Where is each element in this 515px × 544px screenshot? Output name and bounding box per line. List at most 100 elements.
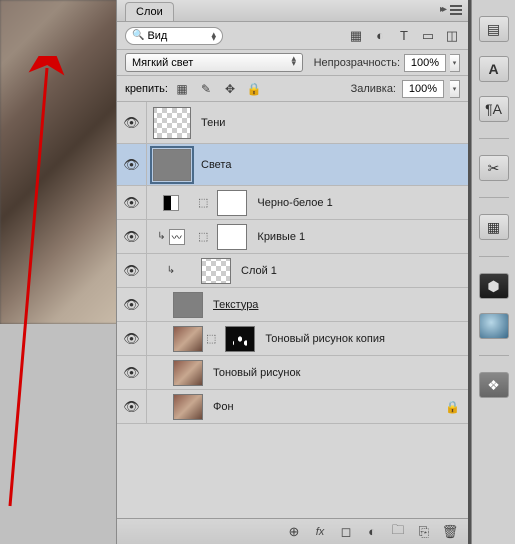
filter-type-label: Вид (147, 30, 167, 42)
layers-panel: Слои ▸▸ 🔍 Вид ▴▾ ▦ ◐ T ▭ ◫ Мягкий свет ▴… (116, 0, 468, 544)
layer-name[interactable]: Черно-белое 1 (257, 197, 332, 209)
opacity-input[interactable]: 100% (404, 54, 446, 72)
opacity-flyout-icon[interactable]: ▾ (450, 54, 460, 72)
adjustment-area: ↳ (147, 265, 195, 276)
lock-all-icon[interactable]: 🔒 (246, 81, 262, 97)
new-layer-icon[interactable]: ⎘ (416, 524, 432, 540)
layer-thumbnail[interactable] (173, 394, 203, 420)
layer-row[interactable]: 👁 ↳ 〰 ⬚ Кривые 1 (117, 220, 468, 254)
layer-name[interactable]: Кривые 1 (257, 231, 305, 243)
filter-type-dropdown[interactable]: 🔍 Вид ▴▾ (125, 27, 223, 45)
filter-adjustment-icon[interactable]: ◐ (372, 28, 388, 44)
layer-row[interactable]: 👁 Тени (117, 102, 468, 144)
layer-row[interactable]: 👁 ⬚ Черно-белое 1 (117, 186, 468, 220)
layer-row[interactable]: 👁 ↳ Слой 1 (117, 254, 468, 288)
fill-input[interactable]: 100% (402, 80, 444, 98)
add-mask-icon[interactable]: ◻ (338, 524, 354, 540)
canvas-image-preview (0, 0, 118, 324)
filter-type-icon[interactable]: T (396, 28, 412, 44)
lock-label: крепить: (125, 83, 168, 95)
visibility-toggle-icon[interactable]: 👁 (117, 390, 147, 423)
clip-indicator-icon: ↳ (157, 231, 165, 242)
delete-layer-icon[interactable]: 🗑 (442, 524, 458, 540)
dock-separator (479, 355, 509, 356)
panel-menu-icon[interactable] (450, 5, 462, 15)
layer-name[interactable]: Тоновый рисунок (213, 367, 300, 379)
lock-position-icon[interactable]: ✥ (222, 81, 238, 97)
layer-thumbnail[interactable] (201, 258, 231, 284)
layer-name[interactable]: Текстура (213, 299, 258, 311)
visibility-toggle-icon[interactable]: 👁 (117, 186, 147, 219)
layer-mask-thumbnail[interactable] (217, 190, 247, 216)
dock-histogram-icon[interactable]: ▤ (479, 16, 509, 42)
filter-pixel-icon[interactable]: ▦ (348, 28, 364, 44)
dock-character-icon[interactable]: A (479, 56, 509, 82)
new-group-icon[interactable]: 🗀 (390, 524, 406, 540)
search-icon: 🔍 (132, 30, 144, 41)
layer-thumbnail[interactable] (173, 292, 203, 318)
layer-thumbnail[interactable] (173, 326, 203, 352)
fill-label: Заливка: (351, 83, 396, 95)
layer-mask-thumbnail[interactable] (225, 326, 255, 352)
dock-layers-icon[interactable]: ❖ (479, 372, 509, 398)
layer-row[interactable]: 👁 Фон 🔒 (117, 390, 468, 424)
adjustment-bw-icon[interactable] (163, 195, 179, 211)
layer-name[interactable]: Света (201, 159, 231, 171)
layer-name[interactable]: Фон (213, 401, 234, 413)
mask-link-icon[interactable]: ⬚ (198, 230, 208, 243)
canvas-pasteboard (0, 324, 118, 544)
layer-thumbnail[interactable] (173, 360, 203, 386)
collapse-chevrons-icon[interactable]: ▸▸ (440, 4, 444, 15)
lock-row: крепить: ▦ ✎ ✥ 🔒 Заливка: 100% ▾ (117, 76, 468, 102)
layer-row[interactable]: 👁 Света (117, 144, 468, 186)
lock-transparency-icon[interactable]: ▦ (174, 81, 190, 97)
visibility-toggle-icon[interactable]: 👁 (117, 356, 147, 389)
layer-row[interactable]: 👁 ⬚ Тоновый рисунок копия (117, 322, 468, 356)
dock-tools-icon[interactable]: ✂ (479, 155, 509, 181)
layer-row[interactable]: 👁 Текстура (117, 288, 468, 322)
filter-smart-icon[interactable]: ◫ (444, 28, 460, 44)
clip-indicator-icon: ↳ (167, 265, 175, 276)
filter-icons-group: ▦ ◐ T ▭ ◫ (348, 28, 460, 44)
mask-link-icon[interactable]: ⬚ (198, 196, 208, 209)
adjustment-curves-icon[interactable]: 〰 (169, 229, 185, 245)
dock-swatches-icon[interactable]: ▦ (479, 214, 509, 240)
dock-3d-icon[interactable]: ⬢ (479, 273, 509, 299)
adjustment-area (147, 195, 195, 211)
lock-pixels-icon[interactable]: ✎ (198, 81, 214, 97)
layer-thumbnail[interactable] (153, 107, 191, 139)
layer-name[interactable]: Слой 1 (241, 265, 277, 277)
layer-row[interactable]: 👁 Тоновый рисунок (117, 356, 468, 390)
visibility-toggle-icon[interactable]: 👁 (117, 220, 147, 253)
dock-paragraph-icon[interactable]: ¶A (479, 96, 509, 122)
opacity-label: Непрозрачность: (314, 57, 400, 69)
blend-mode-dropdown[interactable]: Мягкий свет ▴▾ (125, 53, 303, 72)
lock-icons-group: ▦ ✎ ✥ 🔒 (174, 81, 262, 97)
link-layers-icon[interactable]: ⊕ (286, 524, 302, 540)
layer-name[interactable]: Тоновый рисунок копия (265, 333, 385, 345)
filter-shape-icon[interactable]: ▭ (420, 28, 436, 44)
panel-tab-layers[interactable]: Слои (125, 2, 174, 21)
blend-mode-row: Мягкий свет ▴▾ Непрозрачность: 100% ▾ (117, 50, 468, 76)
fill-flyout-icon[interactable]: ▾ (450, 80, 460, 98)
layer-thumbnail[interactable] (153, 149, 191, 181)
visibility-toggle-icon[interactable]: 👁 (117, 144, 147, 185)
layer-name[interactable]: Тени (201, 117, 225, 129)
visibility-toggle-icon[interactable]: 👁 (117, 102, 147, 143)
new-adjustment-icon[interactable]: ◐ (364, 524, 380, 540)
dropdown-caret-icon: ▴▾ (211, 32, 216, 40)
visibility-toggle-icon[interactable]: 👁 (117, 322, 147, 355)
lock-icon: 🔒 (445, 400, 460, 414)
visibility-toggle-icon[interactable]: 👁 (117, 288, 147, 321)
panel-bottom-bar: ⊕ fx ◻ ◐ 🗀 ⎘ 🗑 (117, 518, 468, 544)
dock-separator (479, 138, 509, 139)
layer-fx-icon[interactable]: fx (312, 524, 328, 540)
mask-link-icon[interactable]: ⬚ (206, 332, 216, 345)
layer-mask-thumbnail[interactable] (217, 224, 247, 250)
dock-materials-icon[interactable] (479, 313, 509, 339)
dropdown-caret-icon: ▴▾ (291, 56, 296, 66)
adjustment-area: ↳ 〰 (147, 229, 195, 245)
visibility-toggle-icon[interactable]: 👁 (117, 254, 147, 287)
panel-header: Слои ▸▸ (117, 0, 468, 22)
dock-separator (479, 256, 509, 257)
